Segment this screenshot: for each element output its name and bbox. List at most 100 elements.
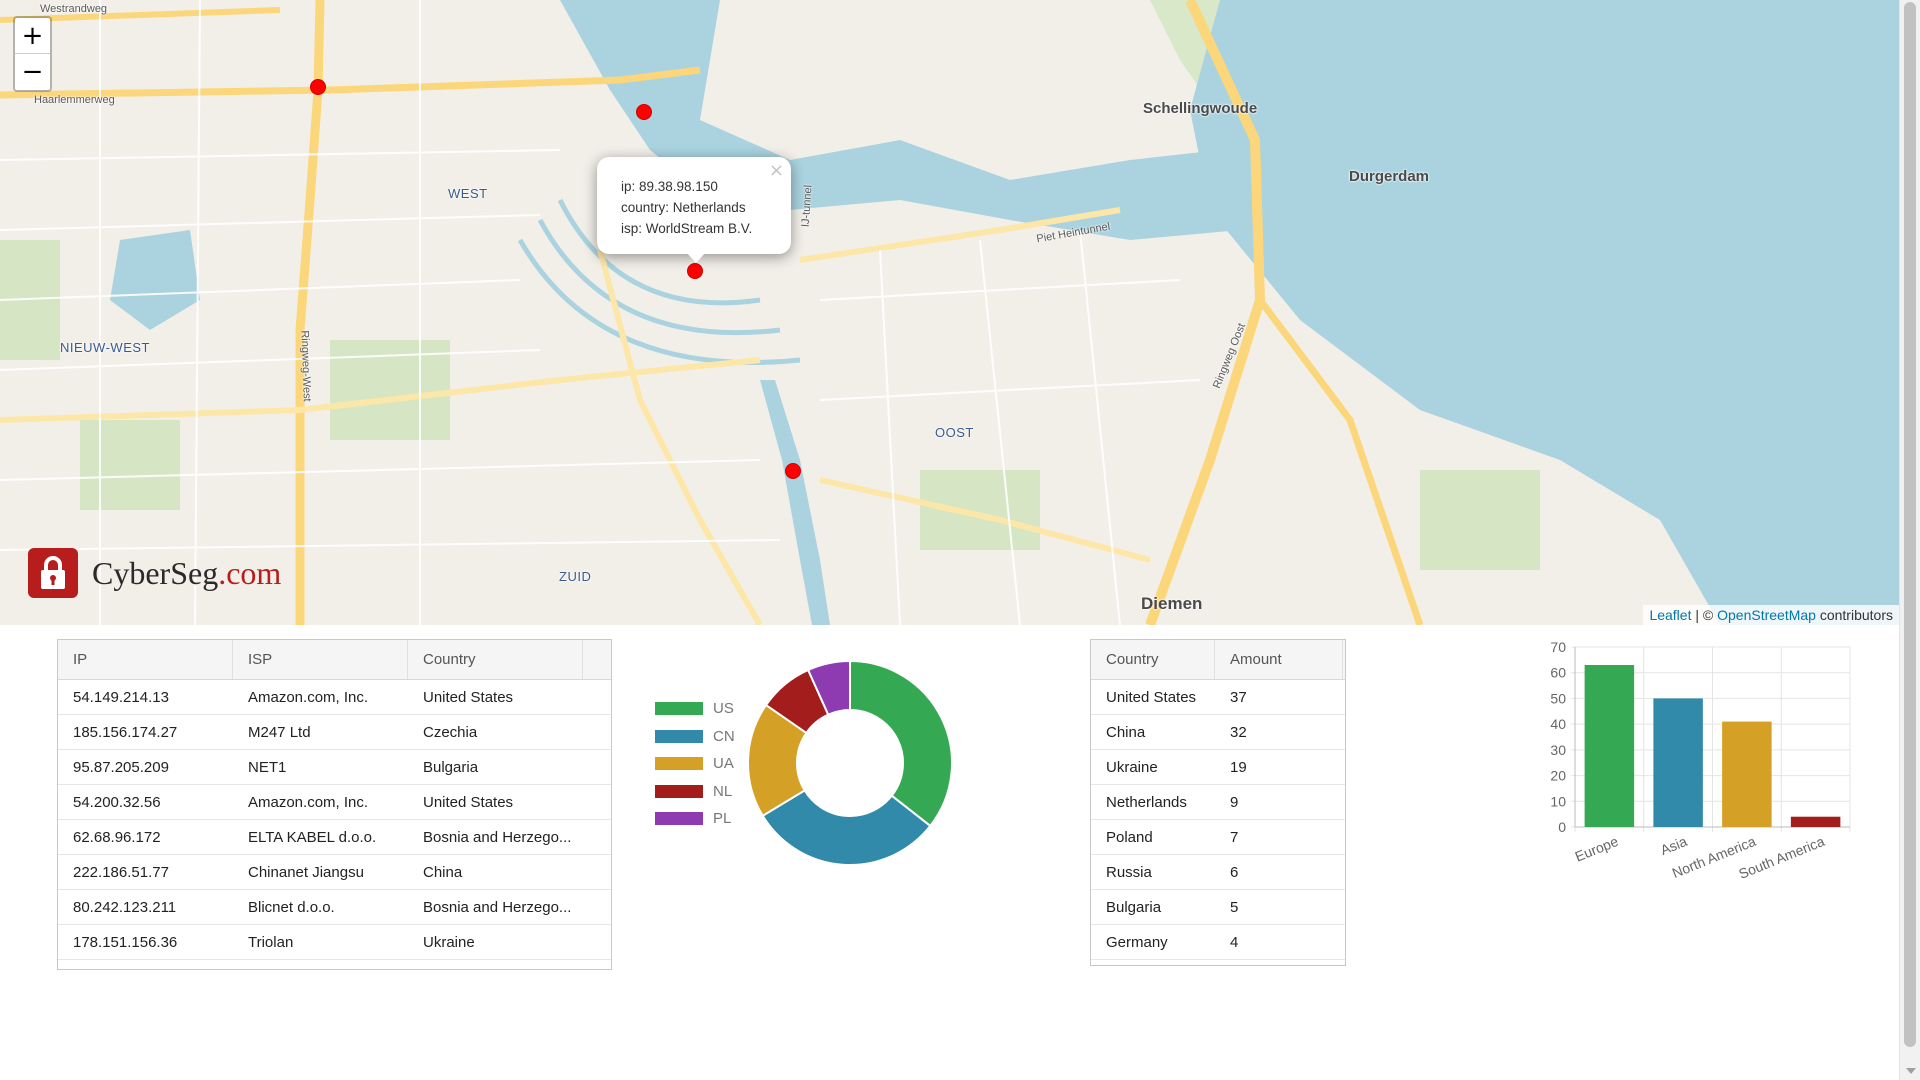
bar-north-america[interactable] [1722,721,1772,827]
cyberseg-logo: CyberSeg.com [28,548,281,598]
popup-isp: isp: WorldStream B.V. [621,221,753,236]
openstreetmap-link[interactable]: OpenStreetMap [1717,607,1816,623]
table-cell: United States [423,794,514,811]
map-marker[interactable] [785,463,801,479]
map-marker-selected[interactable] [687,263,703,279]
popup-close-icon[interactable]: × [769,160,784,181]
column-header-isp[interactable]: ISP [233,640,408,679]
donut-svg [747,659,953,866]
map-marker[interactable] [310,79,326,95]
table-header: Country Amount [1091,640,1345,680]
table-row[interactable]: 62.68.96.172 ELTA KABEL d.o.o. Bosnia and … [58,820,611,855]
table-cell: Netherlands [1106,794,1187,811]
map-label-nieuw-west: NIEUW-WEST [60,340,150,355]
y-tick-label: 30 [1550,742,1566,758]
attribution-separator: | © [1691,607,1718,623]
table-cell: Chinanet Jiangsu [248,864,364,881]
table-cell: China [1106,724,1146,741]
table-row[interactable]: 185.156.174.27 M247 Ltd Czechia [58,715,611,750]
table-cell: 7 [1230,829,1239,846]
map-label-ringweg-west: Ringweg-West [298,330,313,402]
table-row[interactable]: Bulgaria 5 [1091,890,1345,925]
table-row[interactable]: 80.242.123.211 Blicnet d.o.o. Bosnia and H… [58,890,611,925]
table-row[interactable]: Poland 7 [1091,820,1345,855]
y-tick-label: 0 [1558,819,1566,835]
scroll-down-icon[interactable] [1906,1068,1916,1074]
table-cell: 37 [1230,689,1247,706]
y-tick-label: 60 [1550,665,1566,681]
table-cell: 4 [1230,934,1239,951]
table-row[interactable]: Germany 4 [1091,925,1345,960]
table-row[interactable]: 222.186.51.77 Chinanet Jiangsu China [58,855,611,890]
zoom-control: + − [13,16,52,92]
map-label-diemen: Diemen [1141,594,1203,613]
table-cell: Czechia [423,724,478,741]
table-row[interactable]: Netherlands 9 [1091,785,1345,820]
leaflet-link[interactable]: Leaflet [1649,607,1691,623]
map-label-oost: OOST [935,425,974,440]
table-row[interactable]: 178.151.156.36 Triolan Ukraine [58,925,611,960]
table-cell: 54.200.32.56 [73,794,161,811]
table-cell: 32 [1230,724,1247,741]
zoom-out-button[interactable]: − [15,54,50,90]
table-row[interactable]: 54.200.32.56 Amazon.com, Inc. United State… [58,785,611,820]
zoom-in-button[interactable]: + [15,18,50,54]
table-cell: 19 [1230,759,1247,776]
map-attribution: Leaflet | © OpenStreetMap contributors [1643,605,1899,625]
table-row[interactable]: China 32 [1091,715,1345,750]
logo-domain: .com [218,554,282,591]
table-row[interactable]: United States 37 [1091,680,1345,715]
vertical-scrollbar[interactable] [1899,0,1920,1080]
table-cell: 9 [1230,794,1239,811]
table-cell: M247 Ltd [248,724,311,741]
y-tick-label: 10 [1550,793,1566,809]
donut-slice-us[interactable] [849,659,953,828]
table-cell: China [423,864,463,881]
map[interactable]: Haarlemmerweg Westrandweg WEST NIEUW-WES… [0,0,1899,625]
table-cell: Bosnia and Herzego... [423,899,572,916]
map-label-schellingwoude: Schellingwoude [1143,100,1258,117]
x-tick-label: Asia [1658,833,1689,858]
map-label-westrandweg: Westrandweg [40,3,108,15]
table-row[interactable]: Russia 6 [1091,855,1345,890]
table-cell: Amazon.com, Inc. [248,689,369,706]
table-cell: 80.242.123.211 [73,899,177,916]
table-header: IP ISP Country [58,640,611,680]
column-header-ip[interactable]: IP [58,640,233,679]
bar-south-america[interactable] [1790,816,1841,827]
table-cell: Amazon.com, Inc. [248,794,369,811]
lock-icon [28,548,78,598]
table-cell: Triolan [248,934,294,951]
table-cell: Bulgaria [1106,899,1162,916]
table-cell: 6 [1230,864,1239,881]
table-cell: Russia [1106,864,1152,881]
table-row[interactable]: 95.87.205.209 NET1 Bulgaria [58,750,611,785]
table-row[interactable]: 54.149.214.13 Amazon.com, Inc. United Stat… [58,680,611,715]
donut-chart: US CN UA NL PL [640,650,970,880]
y-tick-label: 70 [1550,639,1566,655]
table-cell: 54.149.214.13 [73,689,169,706]
table-cell: 62.68.96.172 [73,829,161,846]
column-header-amount[interactable]: Amount [1215,640,1343,679]
map-marker[interactable] [636,104,652,120]
table-cell: Ukraine [1106,759,1158,776]
bar-europe[interactable] [1584,665,1635,827]
table-cell: United States [1106,689,1197,706]
map-label-zuid: ZUID [559,569,592,584]
popup-ip: ip: 89.38.98.150 [621,179,718,194]
table-cell: 95.87.205.209 [73,759,169,776]
country-table: Country Amount United States 37 China 32 Ukr… [1090,639,1346,966]
table-cell: NET1 [248,759,287,776]
column-header-country[interactable]: Country [408,640,583,679]
table-cell: ELTA KABEL d.o.o. [248,829,377,846]
ip-table: IP ISP Country 54.149.214.13 Amazon.com, … [57,639,612,970]
y-tick-label: 40 [1550,716,1566,732]
column-header-country[interactable]: Country [1091,640,1215,679]
table-body: 54.149.214.13 Amazon.com, Inc. United Stat… [58,680,611,960]
scrollbar-thumb[interactable] [1904,2,1916,1047]
bar-asia[interactable] [1653,698,1703,827]
table-cell: 5 [1230,899,1239,916]
x-tick-label: Europe [1573,833,1621,865]
table-row[interactable]: Ukraine 19 [1091,750,1345,785]
table-cell: 178.151.156.36 [73,934,178,951]
